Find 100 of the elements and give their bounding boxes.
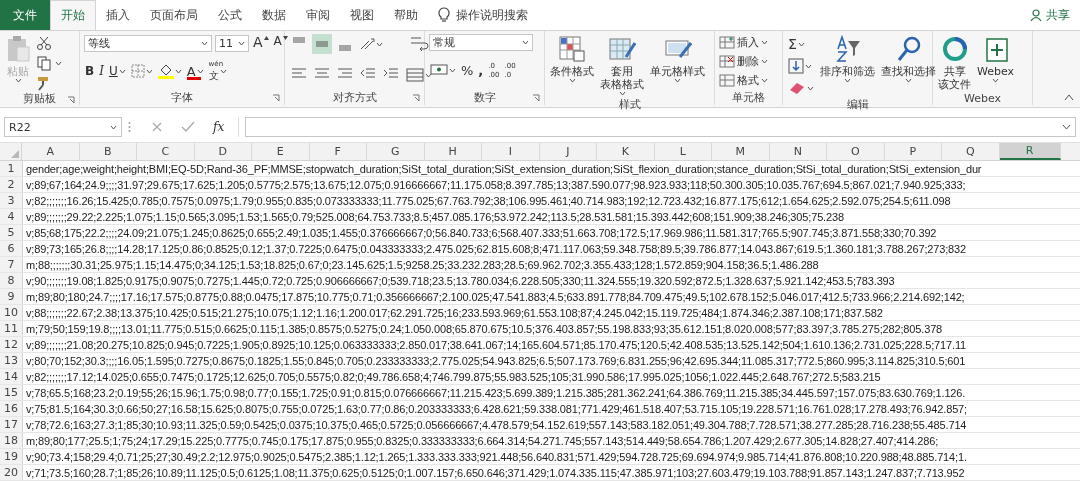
column-header[interactable]: J (539, 143, 597, 160)
editing-button[interactable]: 查找和选择 (880, 34, 937, 84)
collapse-caret-icon[interactable] (1064, 94, 1074, 101)
autosum-button[interactable]: Σ (787, 35, 815, 53)
style-button[interactable]: 套用 表格格式 (599, 34, 645, 97)
font-name-dropdown[interactable]: 等线 (84, 34, 212, 52)
column-header[interactable]: O (827, 143, 885, 160)
row-header[interactable]: 5 (0, 225, 23, 240)
row-header[interactable]: 14 (0, 369, 23, 384)
insert-function-button[interactable]: fx (213, 120, 225, 134)
formula-input[interactable] (245, 117, 1076, 137)
cancel-icon[interactable] (151, 121, 163, 133)
number-format-dropdown[interactable]: 常规 (429, 34, 533, 51)
ribbon-tab[interactable]: 页面布局 (140, 0, 208, 30)
row-header[interactable]: 3 (0, 193, 23, 208)
insert-cells-icon (719, 35, 735, 50)
dialog-launcher-icon[interactable] (272, 94, 280, 102)
slanted-lines-icon (359, 37, 375, 51)
merge-button[interactable] (405, 66, 433, 84)
dialog-launcher-icon[interactable] (67, 96, 75, 104)
ribbon-tab[interactable]: 插入 (96, 0, 140, 30)
webex-button[interactable]: 共享 该文件 (937, 34, 972, 92)
row-header[interactable]: 4 (0, 209, 23, 224)
column-header[interactable]: A (22, 143, 80, 160)
column-header[interactable]: L (654, 143, 712, 160)
ribbon-tab[interactable]: 数据 (252, 0, 296, 30)
font-color-button[interactable]: A (185, 62, 205, 80)
ribbon-tab[interactable]: 帮助 (384, 0, 428, 30)
cell-text: v;89;67;164;24.9;;;;31.97;29.675;17.625;1.205;0.5775;2.575;13.675;12.075;0.916666667;11.175.058;8.397.785;13;387.590.077;98.923.933;118;50.300.305;10.035.767;694.5;867.021;7.940.925;333; (26, 178, 966, 191)
file-tab[interactable]: 文件 (0, 0, 50, 30)
check-icon[interactable] (181, 121, 195, 133)
underline-button[interactable]: U (107, 62, 127, 80)
row-header[interactable]: 18 (0, 433, 23, 448)
row-header[interactable]: 10 (0, 305, 23, 320)
column-header[interactable]: I (482, 143, 540, 160)
cells-menu-button[interactable]: 格式 (719, 73, 768, 88)
row-header[interactable]: 19 (0, 449, 23, 464)
column-header[interactable]: G (367, 143, 425, 160)
row-header[interactable]: 8 (0, 273, 23, 288)
row-header[interactable]: 15 (0, 385, 23, 400)
italic-button[interactable]: I (98, 62, 105, 80)
wrap-text-icon[interactable] (409, 34, 429, 54)
column-header[interactable]: R (999, 143, 1061, 160)
caret-icon (201, 40, 208, 46)
column-header[interactable]: E (252, 143, 310, 160)
fill-color-button[interactable] (156, 62, 183, 80)
ribbon-tab[interactable]: 公式 (208, 0, 252, 30)
ribbon-tab[interactable]: 开始 (50, 0, 96, 30)
row-header[interactable]: 6 (0, 241, 23, 256)
caret-icon (797, 41, 805, 47)
copy-icon[interactable] (36, 55, 52, 71)
row-header[interactable]: 9 (0, 289, 23, 304)
column-header[interactable]: D (194, 143, 252, 160)
share-button[interactable]: 共享 (1020, 0, 1080, 30)
ribbon-tab[interactable]: 审阅 (296, 0, 340, 30)
vertical-dots-icon (128, 121, 131, 133)
cells-menu-button[interactable]: 删除 (719, 54, 768, 69)
column-header[interactable]: P (884, 143, 942, 160)
name-box[interactable]: R22 (4, 117, 122, 137)
row-header[interactable]: 17 (0, 417, 23, 432)
caret-icon (238, 40, 245, 46)
style-button[interactable]: 条件格式 (549, 34, 595, 84)
style-button[interactable]: 单元格样式 (649, 34, 706, 84)
row-header[interactable]: 16 (0, 401, 23, 416)
cell-text: v;82;;;;;;;17.12;14.025;0.655;0.7475;0.1725;12.625;0.705;0.5575;0.82;0;49.786.658;4;746.799.875;55.983.525;105;31.990.586;17.995.025;1056;1.022.445;2.648.767;272.5;583.215 (26, 370, 881, 383)
column-header[interactable]: B (79, 143, 137, 160)
cell-text: v;89;;;;;;;29.22;2.225;1.075;1.15;0.565;3.095;1.53;1.565;0.79;525.008;64.753.733;8.5;457.085.176;53.972.242;113.5;28.531.581;15.393.442;608;151.909;38.246;305;75.238 (26, 210, 844, 223)
dialog-launcher-icon[interactable] (532, 94, 540, 102)
percent-button[interactable]: % (460, 61, 475, 79)
column-header[interactable]: F (309, 143, 367, 160)
row-header[interactable]: 13 (0, 353, 23, 368)
dialog-launcher-icon[interactable] (412, 94, 420, 102)
row-header[interactable]: 7 (0, 257, 23, 272)
ribbon-tab[interactable]: 视图 (340, 0, 384, 30)
row-header[interactable]: 12 (0, 337, 23, 352)
decrease-font-size-button[interactable]: A (272, 34, 289, 52)
webex-button[interactable]: Webex (976, 34, 1016, 84)
row-header[interactable]: 1 (0, 161, 23, 176)
column-header[interactable]: Q (942, 143, 1000, 160)
comma-style-button[interactable]: , (477, 61, 485, 79)
caret-icon (568, 78, 576, 83)
increase-font-size-button[interactable]: A (252, 34, 270, 52)
search-prompt[interactable]: 操作说明搜索 (456, 6, 528, 24)
column-header[interactable]: K (597, 143, 655, 160)
row-header[interactable]: 20 (0, 465, 23, 480)
scissors-icon[interactable] (36, 35, 52, 51)
column-header[interactable]: H (424, 143, 482, 160)
expand-caret-icon[interactable] (1062, 124, 1071, 130)
middle-align-button[interactable] (312, 34, 332, 54)
paint-bucket-icon (157, 63, 174, 79)
row-header[interactable]: 11 (0, 321, 23, 336)
editing-button[interactable]: 排序和筛选 (819, 34, 876, 84)
cells-menu-button[interactable]: 插入 (719, 35, 768, 50)
column-header[interactable]: N (769, 143, 827, 160)
row-header[interactable]: 2 (0, 177, 23, 192)
column-header[interactable]: M (712, 143, 770, 160)
bold-button[interactable]: B (84, 62, 96, 80)
column-header[interactable]: C (137, 143, 195, 160)
font-size-dropdown[interactable]: 11 (215, 34, 249, 52)
caret-icon (110, 124, 117, 130)
